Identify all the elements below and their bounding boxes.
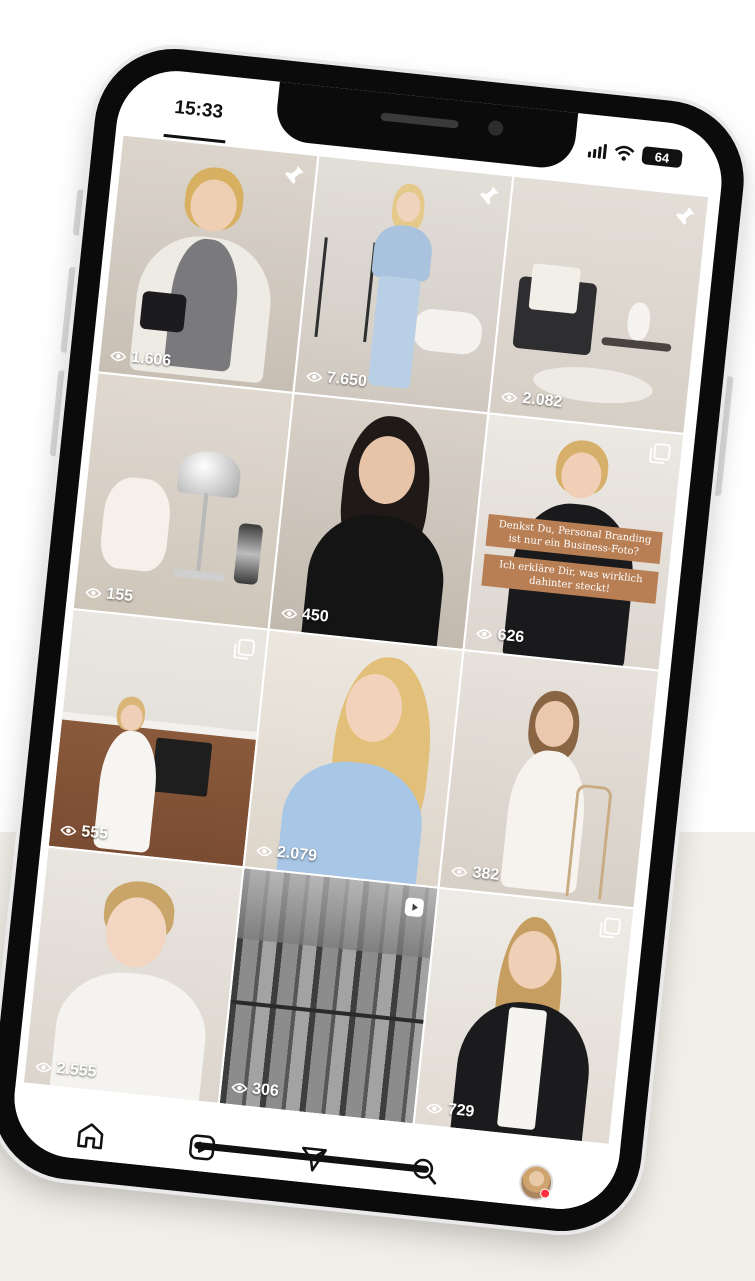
eye-icon (35, 1062, 52, 1073)
eye-icon (305, 371, 322, 382)
eye-icon (231, 1083, 248, 1093)
grid-post[interactable]: 1.606 (98, 135, 317, 392)
wifi-icon (614, 145, 635, 161)
eye-icon (85, 588, 102, 598)
eye-icon (110, 351, 127, 361)
signal-icon (587, 142, 608, 159)
eye-icon (476, 629, 493, 639)
pin-icon (284, 165, 304, 184)
grid-post[interactable]: 729 (415, 888, 634, 1144)
grid-post[interactable]: Denkst Du, Personal Branding ist nur ein… (464, 413, 684, 670)
eye-icon (451, 866, 468, 877)
profile-avatar (517, 1162, 555, 1203)
grid-post[interactable]: 382 (439, 651, 659, 907)
phone-mockup: 15:33 64 1.606 7.650 2.082 155 450 Denks… (0, 41, 752, 1239)
eye-icon (501, 392, 518, 402)
grid-post[interactable]: 2.082 (489, 176, 709, 433)
carousel-icon (599, 917, 622, 938)
front-camera (487, 119, 504, 137)
grid-post[interactable]: 155 (73, 372, 293, 629)
eye-icon (280, 608, 298, 619)
battery-indicator: 64 (641, 146, 683, 169)
eye-icon (426, 1103, 443, 1114)
carousel-icon (233, 638, 255, 660)
view-count-text: 729 (446, 1100, 476, 1121)
view-count-text: 555 (80, 822, 109, 843)
status-time: 15:33 (173, 96, 225, 123)
speaker (380, 112, 459, 129)
nav-home-button[interactable] (72, 1117, 109, 1154)
view-count-text: 626 (496, 626, 526, 647)
carousel-icon (649, 442, 671, 464)
grid-post[interactable]: 2.079 (244, 630, 463, 887)
view-count-text: 382 (471, 863, 501, 884)
home-icon (77, 1123, 104, 1150)
grid-post[interactable]: 2.555 (23, 847, 243, 1103)
eye-icon (60, 825, 77, 836)
status-icons: 64 (587, 140, 683, 169)
grid-post[interactable]: 555 (48, 610, 268, 866)
pin-icon (675, 206, 695, 225)
view-count-text: 306 (251, 1080, 280, 1101)
notification-dot (539, 1188, 551, 1200)
profile-grid: 1.606 7.650 2.082 155 450 Denkst Du, Per… (23, 135, 709, 1144)
view-count-text: 155 (105, 585, 134, 606)
eye-icon (256, 846, 273, 856)
grid-post[interactable]: 306 (219, 867, 438, 1124)
grid-post[interactable]: 7.650 (294, 156, 513, 412)
reel-icon (405, 897, 425, 917)
nav-profile-button[interactable] (517, 1162, 555, 1203)
pin-icon (480, 186, 499, 205)
phone-frame: 15:33 64 1.606 7.650 2.082 155 450 Denks… (0, 41, 752, 1239)
view-count-text: 450 (301, 606, 330, 626)
grid-post[interactable]: 450 (269, 393, 488, 649)
phone-screen: 15:33 64 1.606 7.650 2.082 155 450 Denks… (8, 65, 728, 1215)
